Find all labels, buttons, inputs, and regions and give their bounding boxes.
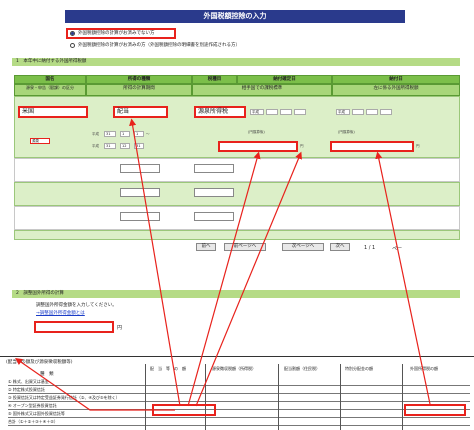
era-select-payment[interactable]: 平成 xyxy=(336,109,350,115)
foreign-tax-label: (円換算後) xyxy=(338,130,355,134)
table-row xyxy=(14,158,460,182)
radio-option-calculated[interactable]: 外国税額控除の計算がお済みの方（外国税額控除の明細書を別途作成される方） xyxy=(70,42,240,48)
ledger-col-kind: 種 類 xyxy=(40,372,54,377)
era-select[interactable]: 平成 xyxy=(250,109,264,115)
tax-item-input-row3[interactable] xyxy=(194,188,234,197)
month-select-payment[interactable] xyxy=(366,109,378,115)
year-select[interactable] xyxy=(266,109,278,115)
ledger-divider xyxy=(145,364,146,430)
from-month-select[interactable]: 1 xyxy=(120,131,130,137)
radio-label-calculated: 外国税額控除の計算がお済みの方（外国税額控除の明細書を別途作成される方） xyxy=(78,43,240,48)
header-tax-base: 相手国での課税標準 xyxy=(192,84,332,96)
from-day-select[interactable]: 1 xyxy=(134,131,144,137)
header-confirm-date: 納付確定日 xyxy=(237,75,332,84)
radio-unselected-icon[interactable] xyxy=(70,42,75,48)
income-type-input-row3[interactable] xyxy=(120,188,160,197)
ledger-col-foreign: 外国所得税の額 xyxy=(410,366,438,371)
yen-unit: 円 xyxy=(300,144,304,148)
tax-base-label: (円換算後) xyxy=(248,130,265,134)
range-separator: 〜 xyxy=(146,132,150,136)
section2-description: 調整国外所得金額を入力してください。 xyxy=(36,303,117,308)
ledger-divider xyxy=(402,364,403,430)
tax-item-input-row4[interactable] xyxy=(194,212,234,221)
ledger-foreign-highlight xyxy=(404,404,466,416)
ledger-row: ① 株式、出資又は基金 xyxy=(8,378,470,386)
ledger-row: ⑤ 国外株式又は国外投資信託等 xyxy=(8,410,470,418)
section1-header: 1 本年中に納付する外国所得税額 xyxy=(12,58,460,66)
next-page-button[interactable]: 次ページへ xyxy=(282,243,324,251)
foreign-tax-input[interactable] xyxy=(330,141,414,152)
month-select[interactable] xyxy=(280,109,292,115)
header-payment-date: 納付日 xyxy=(332,75,460,84)
page-indicator: 1 / 1 xyxy=(364,245,376,251)
page-title: 外国税額控除の入力 xyxy=(65,10,405,23)
ledger-divider xyxy=(340,364,341,430)
section2-header: 2 調整国外所得の計算 xyxy=(12,290,460,298)
header-income-type: 所得の種類 xyxy=(86,75,192,84)
adjusted-income-help-link[interactable]: →調整国外所得金額とは xyxy=(36,310,85,316)
tax-item-input-row2[interactable] xyxy=(194,164,234,173)
header-country: 国名 xyxy=(14,75,86,84)
highlight-radio xyxy=(66,28,176,39)
next-button[interactable]: 次へ xyxy=(330,243,350,251)
page-indicator-label: ペー xyxy=(392,246,403,252)
era-label-2: 平成 xyxy=(92,144,99,148)
from-year-select[interactable]: 31 xyxy=(104,131,116,137)
day-select[interactable] xyxy=(294,109,306,115)
ledger-col-withholding: 源泉徴収税額（所得税） xyxy=(212,366,256,371)
era-label: 平成 xyxy=(92,132,99,136)
adjusted-income-input[interactable] xyxy=(34,321,114,333)
ledger-row: ② 特定株式投資信託 xyxy=(8,386,470,394)
table-row xyxy=(14,182,460,206)
ledger-row: ④ オープン型証券投資信託 xyxy=(8,402,470,410)
ledger-divider xyxy=(205,364,206,430)
table-row xyxy=(14,206,460,230)
ledger-col-dividend: 配 当 等 の 額 xyxy=(150,366,186,371)
year-select-payment[interactable] xyxy=(352,109,364,115)
ledger-dividend-highlight xyxy=(152,404,216,416)
table-row xyxy=(14,230,460,240)
tax-base-input[interactable] xyxy=(218,141,298,152)
prev-button[interactable]: 前へ xyxy=(196,243,216,251)
ledger-col-special: 特別分配金の額 xyxy=(345,366,373,371)
header-category: 源泉・申告（賦課）の区分 xyxy=(14,84,86,96)
to-year-select[interactable]: 31 xyxy=(104,143,116,149)
country-input[interactable]: 米国 xyxy=(18,106,88,118)
income-type-input-row2[interactable] xyxy=(120,164,160,173)
header-tax-item: 税種目 xyxy=(192,75,237,84)
yen-unit-2: 円 xyxy=(416,144,420,148)
income-type-input-row4[interactable] xyxy=(120,212,160,221)
ledger-row: ③ 投資信託又は特定受益証券発行信託（②、④及び⑤を除く） xyxy=(8,394,470,402)
header-period: 所得の計算期間 xyxy=(86,84,192,96)
adjusted-income-unit: 円 xyxy=(117,325,123,331)
prev-page-button[interactable]: 前ページへ xyxy=(224,243,266,251)
ledger-divider xyxy=(278,364,279,430)
ledger-col-local: 配当割額（住民税） xyxy=(284,366,320,371)
tax-item-input[interactable]: 源泉所得税 xyxy=(194,106,246,118)
income-type-input[interactable]: 配当 xyxy=(113,106,168,118)
to-day-select[interactable]: 31 xyxy=(134,143,144,149)
to-month-select[interactable]: 12 xyxy=(120,143,130,149)
category-select[interactable]: 源泉 xyxy=(30,138,50,144)
day-select-payment[interactable] xyxy=(380,109,392,115)
ledger-row: 合計（①＋②＋③＋④＋⑤） xyxy=(8,418,470,426)
ledger-title: (配当等の額及び源泉徴収税額等) xyxy=(6,360,73,365)
header-foreign-tax: 左に係る外国所得税額 xyxy=(332,84,460,96)
